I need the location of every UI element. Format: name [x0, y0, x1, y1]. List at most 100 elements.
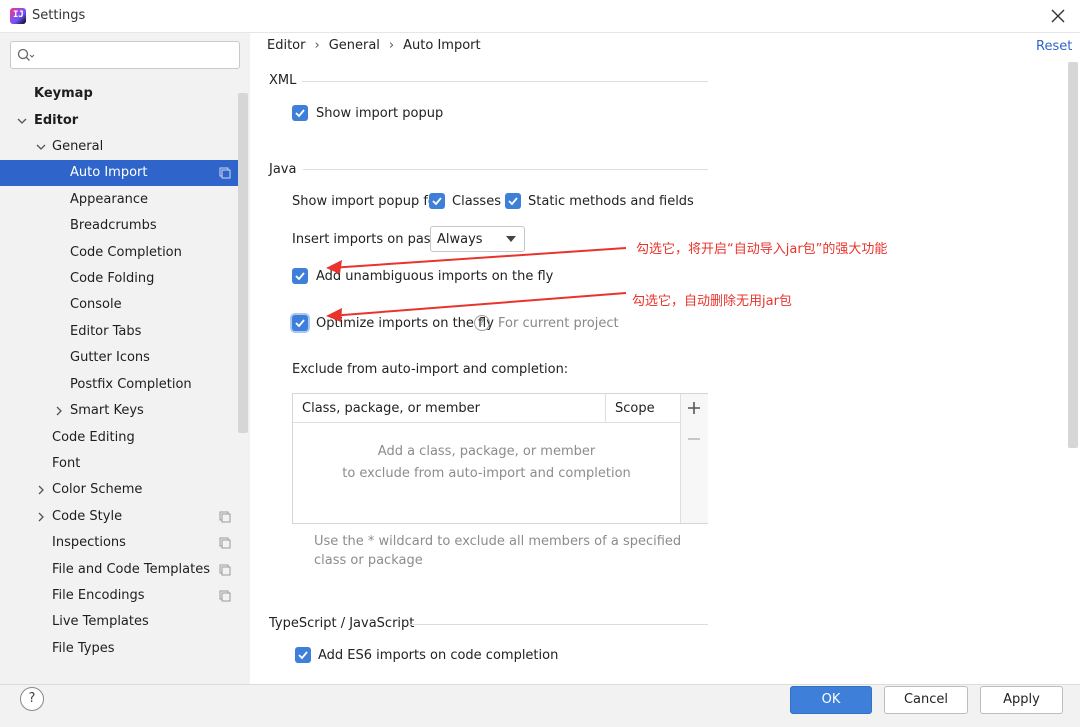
search-icon — [17, 48, 35, 61]
close-button[interactable] — [1046, 4, 1070, 28]
sidebar-item-file-and-code-templates[interactable]: File and Code Templates — [0, 557, 238, 583]
classes-label[interactable]: Classes — [452, 194, 501, 209]
sidebar-item-live-templates[interactable]: Live Templates — [0, 609, 238, 635]
sidebar-item-code-completion[interactable]: Code Completion — [0, 240, 238, 266]
project-scope-icon — [219, 511, 231, 523]
add-es6-imports-checkbox[interactable] — [295, 647, 311, 663]
sidebar-item-code-editing[interactable]: Code Editing — [0, 425, 238, 451]
classes-checkbox[interactable] — [429, 193, 445, 209]
section-title-xml: XML — [269, 73, 297, 88]
static-methods-label[interactable]: Static methods and fields — [528, 194, 694, 209]
sidebar-item-color-scheme[interactable]: Color Scheme — [0, 477, 238, 503]
content-scrollbar[interactable] — [1068, 62, 1078, 448]
static-methods-checkbox[interactable] — [505, 193, 521, 209]
wildcard-hint: Use the * wildcard to exclude all member… — [314, 534, 682, 568]
chevron-down-icon — [17, 118, 27, 124]
sidebar-item-general[interactable]: General — [0, 134, 238, 160]
breadcrumb-separator: › — [314, 38, 320, 53]
reset-link[interactable]: Reset — [1036, 39, 1072, 54]
column-header-member[interactable]: Class, package, or member — [302, 401, 480, 416]
sidebar-item-label: Console — [70, 297, 122, 312]
breadcrumb-item: Auto Import — [403, 38, 481, 53]
chevron-right-icon — [38, 512, 44, 522]
cancel-button[interactable]: Cancel — [884, 686, 968, 714]
chevron-down-icon — [36, 144, 46, 150]
sidebar-item-label: Auto Import — [70, 165, 148, 180]
show-import-popup-checkbox[interactable] — [292, 105, 308, 121]
optimize-imports-label[interactable]: Optimize imports on the fly — [316, 316, 494, 331]
close-icon — [1051, 9, 1065, 23]
insert-imports-label: Insert imports on paste: — [292, 232, 449, 247]
sidebar-item-label: Postfix Completion — [70, 377, 192, 392]
breadcrumb: Editor › General › Auto Import — [267, 38, 481, 53]
project-scope-icon — [219, 590, 231, 602]
optimize-imports-checkbox[interactable] — [292, 315, 308, 331]
sidebar-item-inspections[interactable]: Inspections — [0, 530, 238, 556]
sidebar-item-label: File Encodings — [52, 588, 145, 603]
help-icon[interactable]: ? — [474, 315, 490, 331]
search-box[interactable] — [10, 41, 240, 69]
checkmark-icon — [298, 651, 308, 660]
apply-button[interactable]: Apply — [980, 686, 1063, 714]
sidebar-item-auto-import[interactable]: Auto Import — [0, 160, 238, 186]
insert-imports-dropdown[interactable]: Always — [430, 226, 525, 252]
exclude-table[interactable]: Class, package, or member Scope Add a cl… — [292, 393, 708, 524]
breadcrumb-item[interactable]: General — [329, 38, 380, 53]
breadcrumb-separator: › — [388, 38, 395, 53]
checkmark-icon — [295, 319, 305, 328]
column-header-scope[interactable]: Scope — [615, 401, 655, 416]
table-header: Class, package, or member Scope — [293, 394, 680, 423]
sidebar-item-label: Code Folding — [70, 271, 155, 286]
add-unambiguous-imports-checkbox[interactable] — [292, 268, 308, 284]
section-divider — [302, 81, 708, 82]
sidebar-item-font[interactable]: Font — [0, 451, 238, 477]
sidebar-item-code-folding[interactable]: Code Folding — [0, 266, 238, 292]
sidebar-item-label: Code Style — [52, 509, 123, 524]
sidebar-item-label: General — [52, 139, 104, 154]
table-toolbar — [680, 394, 708, 523]
search-input[interactable] — [39, 45, 238, 67]
sidebar-item-label: Color Scheme — [52, 482, 143, 497]
sidebar-item-editor[interactable]: Editor — [0, 108, 238, 134]
exclude-title: Exclude from auto-import and completion: — [292, 362, 569, 377]
sidebar-item-label: Keymap — [34, 86, 93, 101]
sidebar-item-gutter-icons[interactable]: Gutter Icons — [0, 345, 238, 371]
remove-icon — [688, 438, 700, 440]
table-empty-text: to exclude from auto-import and completi… — [342, 466, 631, 481]
add-es6-imports-label[interactable]: Add ES6 imports on code completion — [318, 648, 558, 663]
title-bar: IJ Settings — [0, 0, 1080, 33]
project-scope-icon — [219, 167, 231, 179]
sidebar-item-label: Gutter Icons — [70, 350, 150, 365]
dropdown-arrow-icon — [506, 236, 516, 242]
settings-sidebar: Keymap Editor General Auto Import Appear… — [0, 33, 250, 684]
sidebar-item-postfix-completion[interactable]: Postfix Completion — [0, 372, 238, 398]
sidebar-item-keymap[interactable]: Keymap — [0, 81, 238, 107]
sidebar-item-label: Appearance — [70, 192, 149, 207]
breadcrumb-item[interactable]: Editor — [267, 38, 305, 53]
annotation-text: 勾选它，自动删除无用jar包 — [632, 294, 792, 309]
ok-button[interactable]: OK — [790, 686, 872, 714]
help-button[interactable]: ? — [20, 687, 44, 711]
sidebar-item-smart-keys[interactable]: Smart Keys — [0, 398, 238, 424]
sidebar-scrollbar[interactable] — [238, 93, 248, 433]
add-unambiguous-imports-label[interactable]: Add unambiguous imports on the fly — [316, 269, 553, 284]
sidebar-item-console[interactable]: Console — [0, 292, 238, 318]
section-title-java: Java — [269, 162, 297, 177]
chevron-right-icon — [56, 406, 62, 416]
sidebar-item-label: Font — [52, 456, 81, 471]
sidebar-item-file-encodings[interactable]: File Encodings — [0, 583, 238, 609]
sidebar-item-file-types[interactable]: File Types — [0, 636, 238, 662]
sidebar-item-breadcrumbs[interactable]: Breadcrumbs — [0, 213, 238, 239]
sidebar-item-editor-tabs[interactable]: Editor Tabs — [0, 319, 238, 345]
add-icon[interactable] — [687, 401, 701, 415]
show-popup-for-label: Show import popup for: — [292, 194, 446, 209]
sidebar-item-label: Code Completion — [70, 245, 182, 260]
show-import-popup-label[interactable]: Show import popup — [316, 106, 443, 121]
checkmark-icon — [508, 197, 518, 206]
sidebar-item-appearance[interactable]: Appearance — [0, 187, 238, 213]
sidebar-item-code-style[interactable]: Code Style — [0, 504, 238, 530]
sidebar-item-label: Code Editing — [52, 430, 135, 445]
sidebar-item-label: File Types — [52, 641, 115, 656]
project-scope-icon — [219, 564, 231, 576]
sidebar-item-label: Live Templates — [52, 614, 149, 629]
